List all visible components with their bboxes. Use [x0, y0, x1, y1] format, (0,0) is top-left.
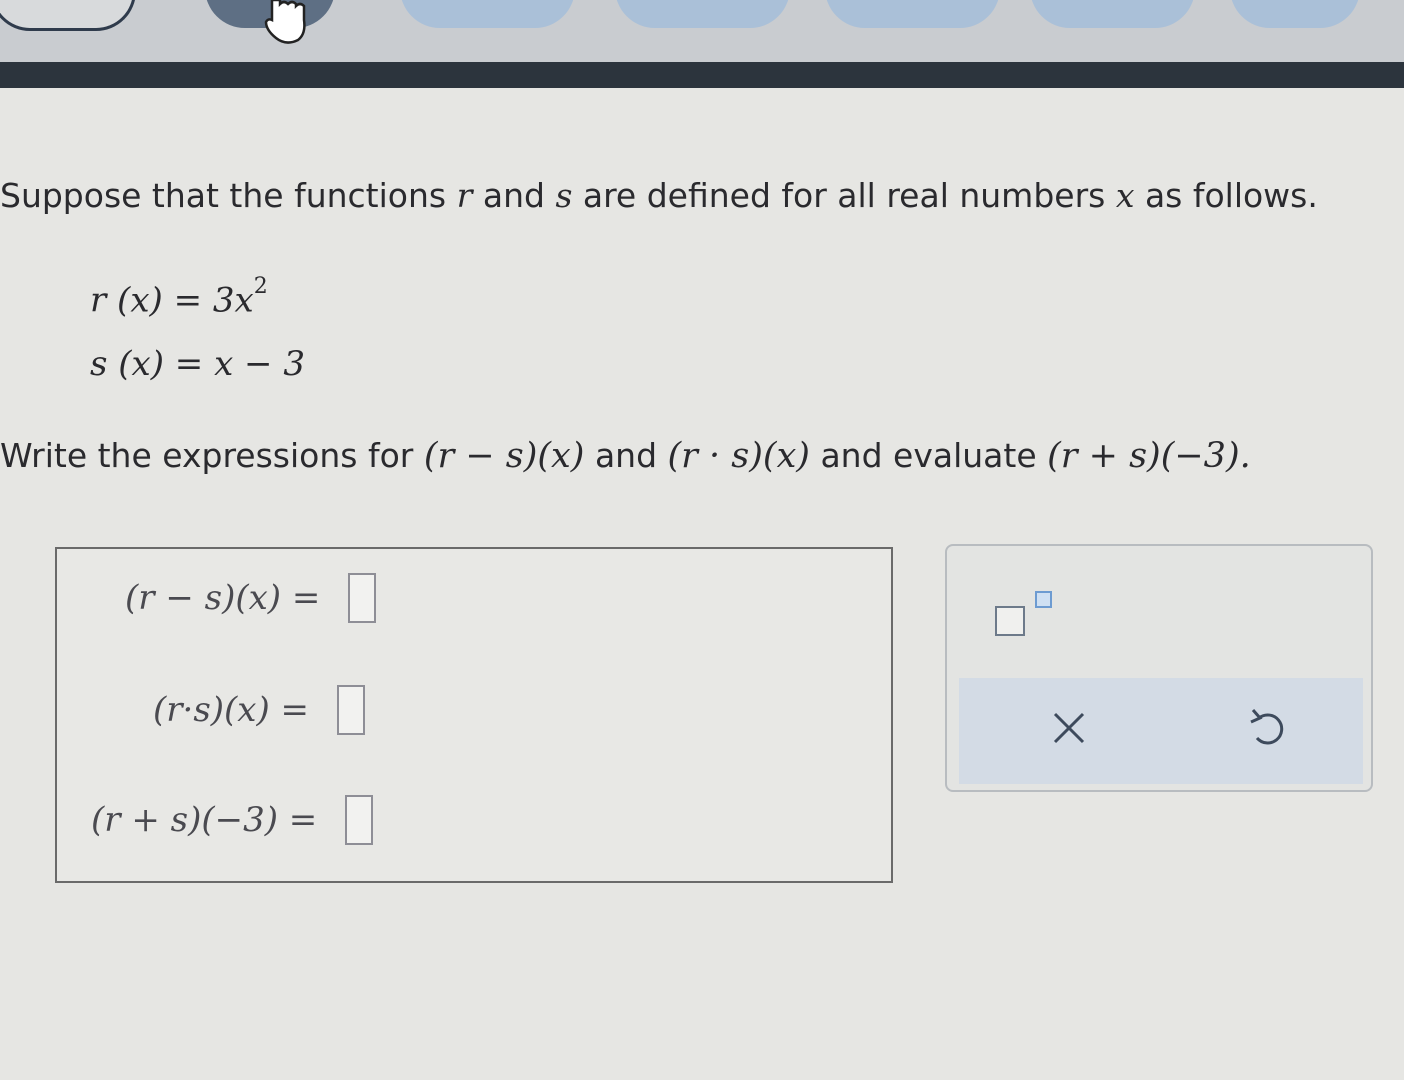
- answer-row-difference: (r − s)(x) =: [125, 573, 377, 623]
- math-toolbar-panel: [945, 544, 1373, 792]
- definition-r: r (x) = 3x2: [90, 274, 268, 321]
- question-text-part: as follows.: [1134, 176, 1318, 215]
- task-statement: Write the expressions for (r − s)(x) and…: [0, 436, 1251, 476]
- action-bar: [959, 678, 1363, 784]
- question-text-part: and: [472, 176, 556, 215]
- variable-x: x: [1115, 176, 1135, 215]
- exponent-button[interactable]: [995, 588, 1059, 638]
- task-expression-sum-eval: (r + s)(−3).: [1047, 436, 1251, 476]
- clear-button[interactable]: [1039, 698, 1099, 758]
- question-text-part: are defined for all real numbers: [572, 176, 1116, 215]
- answer-input-product[interactable]: [337, 685, 366, 735]
- close-icon: [1053, 712, 1085, 744]
- answer-input-difference[interactable]: [348, 573, 377, 623]
- task-text-part: and evaluate: [809, 436, 1048, 475]
- definition-s: s (x) = x − 3: [90, 344, 305, 384]
- top-nav-strip: [0, 0, 1404, 62]
- definition-s-expression: s (x) = x − 3: [90, 344, 305, 384]
- answer-input-sum-eval[interactable]: [345, 795, 374, 845]
- header-divider-bar: [0, 62, 1404, 88]
- answer-label-product: (r·s)(x) =: [153, 690, 310, 730]
- undo-icon: [1250, 709, 1284, 745]
- nav-tab-4[interactable]: [615, 0, 790, 28]
- answer-label-sum-eval: (r + s)(−3) =: [91, 800, 318, 840]
- question-text-part: Suppose that the functions: [0, 176, 457, 215]
- hand-cursor-icon: [264, 0, 306, 44]
- nav-tab-3[interactable]: [400, 0, 575, 28]
- variable-s: s: [555, 176, 573, 215]
- definition-r-exponent: 2: [253, 274, 268, 299]
- superscript-box-icon: [1035, 591, 1052, 608]
- undo-button[interactable]: [1237, 698, 1297, 758]
- task-expression-difference: (r − s)(x): [423, 436, 585, 476]
- definition-r-expression: r (x) = 3x: [90, 280, 254, 321]
- answer-panel: (r − s)(x) = (r·s)(x) = (r + s)(−3) =: [55, 547, 893, 883]
- task-text-part: and: [584, 436, 668, 475]
- answer-label-difference: (r − s)(x) =: [125, 578, 321, 618]
- answer-row-product: (r·s)(x) =: [153, 685, 366, 735]
- task-expression-product: (r · s)(x): [667, 436, 810, 476]
- task-text-part: Write the expressions for: [0, 436, 424, 475]
- nav-tab-7[interactable]: [1230, 0, 1360, 28]
- exponent-base-box-icon: [995, 606, 1025, 636]
- answer-row-sum-eval: (r + s)(−3) =: [91, 795, 374, 845]
- variable-r: r: [456, 176, 473, 215]
- nav-tab-5[interactable]: [825, 0, 1000, 28]
- nav-tab-6[interactable]: [1030, 0, 1195, 28]
- question-statement: Suppose that the functions r and s are d…: [0, 176, 1318, 215]
- nav-tab-1[interactable]: [0, 0, 136, 31]
